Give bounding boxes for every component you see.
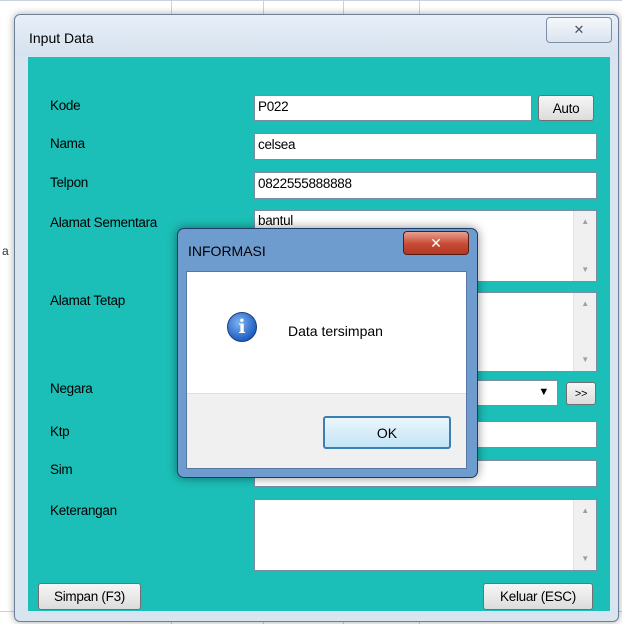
dialog-body: i Data tersimpan OK	[186, 271, 467, 469]
scroll-down-icon[interactable]: ▼	[574, 261, 596, 279]
scroll-down-icon[interactable]: ▼	[574, 351, 596, 369]
keterangan-scrollbar[interactable]: ▲ ▼	[573, 500, 596, 570]
chevron-down-icon[interactable]: ▼	[538, 386, 549, 398]
alamat-sementara-scrollbar[interactable]: ▲ ▼	[573, 211, 596, 281]
scroll-down-icon[interactable]: ▼	[574, 550, 596, 568]
informasi-dialog: INFORMASI ✕ i Data tersimpan OK	[177, 228, 478, 478]
nama-field[interactable]: celsea	[254, 133, 597, 160]
negara-lookup-button[interactable]: >>	[566, 382, 596, 405]
telpon-label: Telpon	[50, 175, 88, 190]
keluar-button[interactable]: Keluar (ESC)	[483, 583, 593, 610]
nama-label: Nama	[50, 136, 85, 151]
auto-button[interactable]: Auto	[538, 95, 594, 121]
scroll-up-icon[interactable]: ▲	[574, 213, 596, 231]
kode-field[interactable]: P022	[254, 95, 532, 121]
dialog-footer: OK	[187, 393, 466, 468]
scroll-up-icon[interactable]: ▲	[574, 295, 596, 313]
dialog-title: INFORMASI	[188, 243, 266, 259]
ktp-label: Ktp	[50, 424, 70, 439]
dialog-close-button[interactable]: ✕	[403, 231, 469, 255]
negara-label: Negara	[50, 381, 93, 396]
keterangan-label: Keterangan	[50, 503, 117, 518]
alamat-tetap-scrollbar[interactable]: ▲ ▼	[573, 293, 596, 371]
info-icon: i	[227, 312, 257, 342]
alamat-sementara-label: Alamat Sementara	[50, 215, 158, 230]
window-title: Input Data	[29, 30, 94, 46]
alamat-tetap-label: Alamat Tetap	[50, 293, 125, 308]
simpan-button[interactable]: Simpan (F3)	[38, 583, 141, 610]
keterangan-field[interactable]: ▲ ▼	[254, 499, 597, 571]
ok-button[interactable]: OK	[323, 416, 451, 449]
window-close-button[interactable]: ✕	[546, 17, 612, 43]
background-row-letter: a	[2, 244, 9, 258]
telpon-field[interactable]: 0822555888888	[254, 172, 597, 199]
scroll-up-icon[interactable]: ▲	[574, 502, 596, 520]
dialog-message: Data tersimpan	[288, 323, 383, 339]
info-icon-glyph: i	[238, 316, 246, 338]
close-icon: ✕	[430, 234, 442, 251]
close-icon: ✕	[573, 22, 585, 37]
window-titlebar[interactable]: Input Data ✕	[15, 15, 618, 55]
kode-label: Kode	[50, 98, 81, 113]
sim-label: Sim	[50, 462, 73, 477]
alamat-sementara-value: bantul	[258, 213, 293, 228]
